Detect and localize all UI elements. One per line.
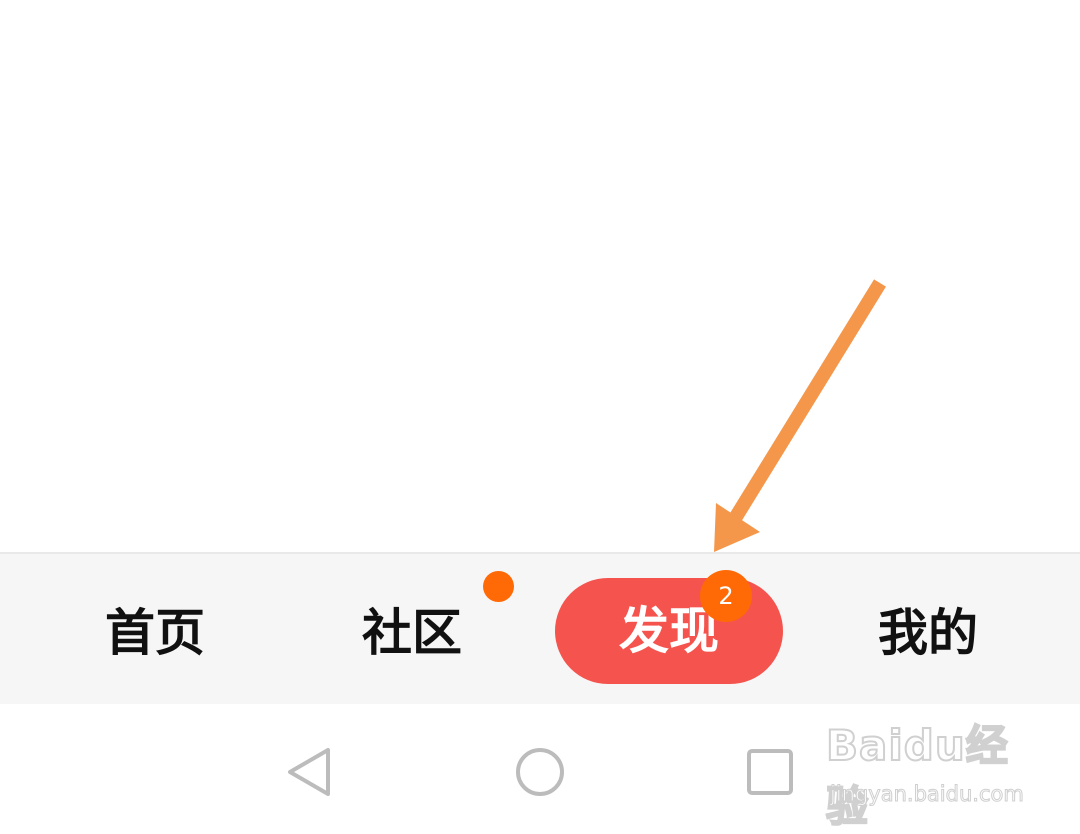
- watermark-logo: Baidu经验: [825, 720, 1009, 832]
- recent-apps-icon[interactable]: [742, 744, 798, 800]
- tab-mine[interactable]: 我的: [828, 558, 1028, 708]
- tab-home[interactable]: 首页: [55, 558, 255, 708]
- bottom-tab-bar: 首页 社区 发现 2 我的: [0, 552, 1080, 704]
- home-circle-icon[interactable]: [512, 744, 568, 800]
- watermark-url: jingyan.baidu.com: [830, 782, 1025, 807]
- tab-community-label: 社区: [362, 604, 462, 662]
- content-area: [0, 0, 1080, 552]
- tab-discover-label: 发现: [619, 602, 719, 660]
- screen: 首页 社区 发现 2 我的 Baidu经验 jingyan.baidu.com: [0, 0, 1080, 834]
- back-icon[interactable]: [282, 744, 338, 800]
- tab-mine-label: 我的: [878, 604, 978, 662]
- discover-count-badge: 2: [700, 570, 752, 622]
- tab-community[interactable]: 社区: [312, 558, 512, 708]
- baidu-watermark: Baidu经验 jingyan.baidu.com: [825, 712, 1031, 832]
- tab-home-label: 首页: [105, 604, 205, 662]
- community-notification-dot: [483, 571, 514, 602]
